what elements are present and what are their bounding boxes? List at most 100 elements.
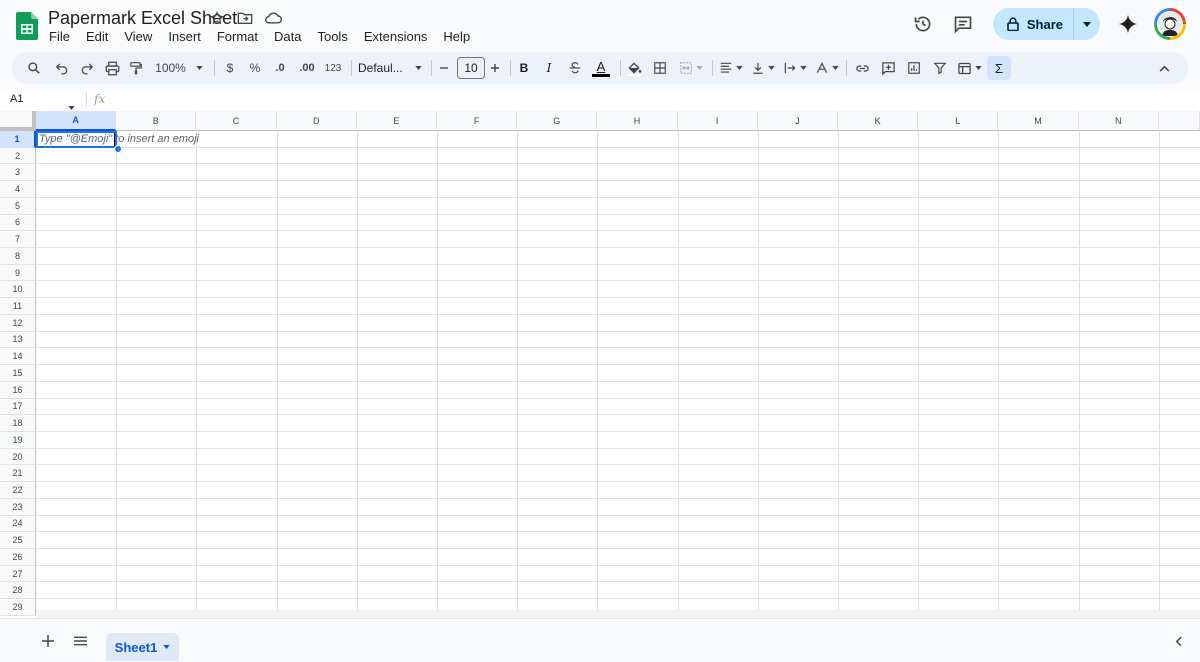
fill-color-icon[interactable] [624,52,644,84]
increase-font-size-icon[interactable] [486,52,504,84]
column-header[interactable]: K [838,111,919,131]
name-box[interactable]: A1 [10,93,23,105]
add-sheet-icon[interactable] [38,631,58,651]
row-header[interactable]: 3 [0,164,36,182]
text-color-button[interactable]: A [590,52,612,84]
row-header[interactable]: 4 [0,181,36,198]
horizontal-align-icon[interactable] [717,52,745,84]
active-cell-a1[interactable] [36,131,117,148]
row-header[interactable]: 25 [0,532,36,549]
gemini-sparkle-icon[interactable] [1112,8,1144,40]
menu-data[interactable]: Data [266,28,309,45]
vertical-align-icon[interactable] [749,52,777,84]
undo-icon[interactable] [52,52,72,84]
row-header[interactable]: 2 [0,147,36,165]
menu-file[interactable]: File [41,28,78,45]
insert-link-icon[interactable] [852,52,872,84]
borders-icon[interactable] [650,52,670,84]
row-header[interactable]: 18 [0,415,36,432]
menu-extensions[interactable]: Extensions [356,28,436,45]
fill-handle[interactable] [114,145,122,153]
row-header[interactable]: 11 [0,298,36,315]
text-rotation-icon[interactable] [813,52,841,84]
merge-cells-icon[interactable] [676,52,706,84]
row-header[interactable]: 15 [0,365,36,382]
star-icon[interactable] [208,9,226,27]
spreadsheet-grid[interactable]: A B C D E F G H I J K L M N 1 2 3 4 5 6 7 8 9 10 11 12 13 14 15 16 17 1… [0,111,1200,618]
row-header[interactable]: 28 [0,582,36,600]
paint-format-icon[interactable] [126,52,146,84]
menu-insert[interactable]: Insert [160,28,209,45]
row-header[interactable]: 20 [0,448,36,466]
hide-menus-chevron-up-icon[interactable] [1154,52,1174,84]
row-header[interactable]: 24 [0,515,36,533]
menu-edit[interactable]: Edit [78,28,116,45]
functions-button[interactable]: Σ [987,56,1011,80]
number-format-button[interactable]: 123 [321,52,345,84]
horizontal-scrollbar[interactable] [36,610,1200,618]
sheets-logo-icon[interactable] [16,12,38,40]
increase-decimal-button[interactable]: .00 [295,52,319,84]
menu-help[interactable]: Help [435,28,478,45]
row-header[interactable]: 23 [0,498,36,516]
column-header[interactable]: E [356,111,437,131]
row-header[interactable]: 9 [0,264,36,282]
account-avatar[interactable] [1154,8,1186,40]
column-header[interactable]: A [36,111,117,131]
row-header[interactable]: 22 [0,482,36,499]
select-all-corner[interactable] [0,111,36,131]
row-header[interactable]: 6 [0,214,36,232]
bold-button[interactable]: B [514,52,534,84]
redo-icon[interactable] [77,52,97,84]
row-header[interactable]: 8 [0,248,36,265]
decrease-font-size-icon[interactable] [435,52,453,84]
explore-collapse-chevron-left-icon[interactable] [1168,631,1188,651]
row-header[interactable]: 7 [0,231,36,249]
sheet-tab-sheet1[interactable]: Sheet1 [106,633,179,661]
menu-format[interactable]: Format [209,28,266,45]
all-sheets-menu-icon[interactable] [70,631,90,651]
column-header[interactable]: C [196,111,277,131]
currency-format-button[interactable]: $ [220,52,240,84]
comments-icon[interactable] [947,8,979,40]
percent-format-button[interactable]: % [245,52,265,84]
row-header[interactable]: 10 [0,281,36,299]
strikethrough-icon[interactable] [565,52,585,84]
row-header[interactable]: 1 [0,131,36,148]
share-dropdown-icon[interactable] [1074,8,1100,40]
column-header[interactable]: J [757,111,838,131]
italic-button[interactable]: I [539,52,559,84]
column-header[interactable]: M [998,111,1079,131]
zoom-select[interactable]: 100% [152,52,206,84]
column-header[interactable]: F [437,111,518,131]
row-header[interactable]: 14 [0,348,36,366]
cloud-status-icon[interactable] [264,9,282,27]
row-header[interactable]: 26 [0,549,36,566]
row-header[interactable]: 29 [0,599,36,616]
table-view-icon[interactable] [954,52,984,84]
menu-view[interactable]: View [116,28,160,45]
menu-tools[interactable]: Tools [309,28,355,45]
history-icon[interactable] [907,8,939,40]
column-header[interactable]: L [918,111,999,131]
column-header[interactable]: N [1078,111,1159,131]
row-header[interactable]: 5 [0,197,36,215]
column-header[interactable]: H [597,111,678,131]
insert-chart-icon[interactable] [904,52,924,84]
column-header[interactable]: I [677,111,758,131]
sheet-tab-dropdown-icon[interactable] [163,645,171,649]
column-header[interactable] [1158,111,1200,131]
row-header[interactable]: 12 [0,314,36,332]
row-header[interactable]: 21 [0,465,36,483]
create-filter-icon[interactable] [930,52,950,84]
insert-comment-icon[interactable] [878,52,898,84]
column-header[interactable]: G [517,111,598,131]
formula-input[interactable] [118,91,1188,109]
decrease-decimal-button[interactable]: .0 [269,52,291,84]
text-wrapping-icon[interactable] [781,52,809,84]
row-header[interactable]: 27 [0,565,36,583]
column-header[interactable]: D [276,111,357,131]
font-size-input[interactable]: 10 [457,57,485,79]
row-header[interactable]: 17 [0,398,36,416]
move-to-folder-icon[interactable] [236,9,254,27]
